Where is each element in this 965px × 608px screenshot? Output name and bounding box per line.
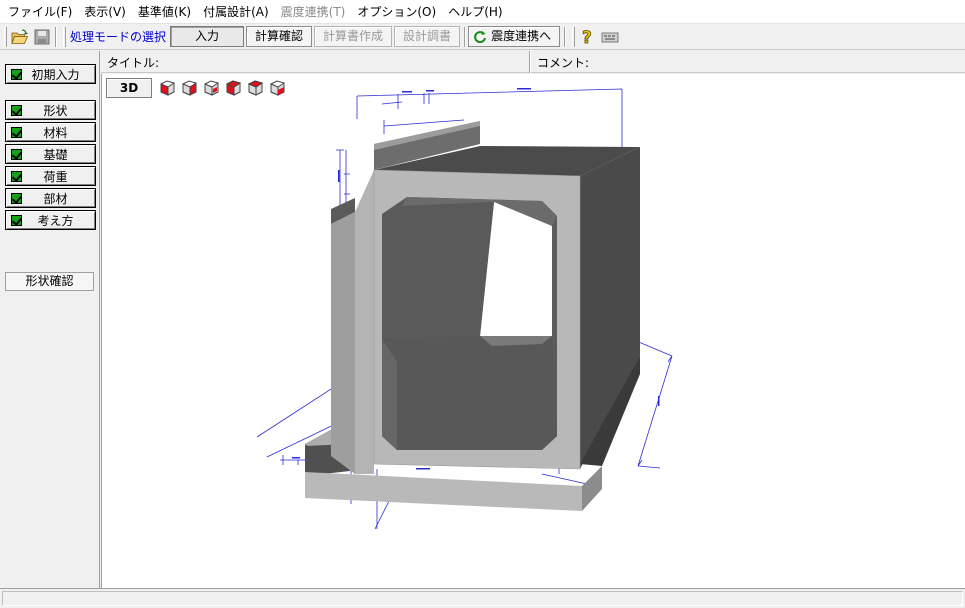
title-label: タイトル: [107,56,160,70]
toolbar-separator [564,26,567,47]
status-bar [0,588,965,608]
status-panel [2,591,963,606]
base-slab-front [305,472,582,511]
nav-shape-button[interactable]: 形状 [5,100,96,120]
left-lower-wall-front [331,212,355,474]
toolbar-grip [63,26,66,47]
menu-file[interactable]: ファイル(F) [2,1,78,23]
view-bottom-cube-icon[interactable] [269,79,286,96]
help-question-icon[interactable]: ? [577,26,599,48]
save-icon[interactable] [31,26,53,48]
3d-viewport[interactable]: 3D [101,74,965,588]
nav-member-label: 部材 [43,191,68,206]
culvert-3d-model[interactable] [102,74,964,588]
toolbar: 処理モードの選択 入力 計算確認 計算書作成 設計調書 震度連携へ ? [0,24,965,50]
menu-bar: ファイル(F) 表示(V) 基準値(K) 付属設計(A) 震度連携(T) オプシ… [0,0,965,24]
check-icon [11,192,22,204]
toolbar-grip [572,26,576,47]
nav-shape-label: 形状 [43,103,68,118]
nav-approach-button[interactable]: 考え方 [5,210,96,230]
keyboard-icon[interactable] [599,26,621,48]
check-icon [11,148,22,160]
nav-load-label: 荷重 [43,169,68,184]
open-folder-icon[interactable] [9,26,31,48]
info-divider [529,51,531,73]
nav-initial-input-label: 初期入力 [31,67,80,82]
nav-material-button[interactable]: 材料 [5,122,96,142]
nav-approach-label: 考え方 [37,213,74,228]
mode-select-label: 処理モードの選択 [70,30,167,44]
seismic-link-button[interactable]: 震度連携へ [468,26,561,47]
seismic-link-label: 震度連携へ [491,29,552,43]
info-bar: タイトル: コメント: [101,51,965,73]
svg-text:?: ? [582,28,592,46]
nav-initial-input-button[interactable]: 初期入力 [5,64,96,84]
left-nav-panel: 初期入力 形状 材料 基礎 荷重 部材 考え方 形状確認 [0,51,100,588]
nav-foundation-button[interactable]: 基礎 [5,144,96,164]
menu-help[interactable]: ヘルプ(H) [442,1,508,23]
view-left-cube-icon[interactable] [225,79,242,96]
check-icon [11,68,22,80]
toolbar-grip [4,26,7,47]
nav-member-button[interactable]: 部材 [5,188,96,208]
menu-attached-design[interactable]: 付属設計(A) [197,1,275,23]
shape-check-button[interactable]: 形状確認 [5,272,94,291]
nav-foundation-label: 基礎 [43,147,68,162]
check-icon [11,214,22,226]
view-top-cube-icon[interactable] [203,79,220,96]
menu-options[interactable]: オプション(O) [351,1,442,23]
nav-load-button[interactable]: 荷重 [5,166,96,186]
menu-view[interactable]: 表示(V) [78,1,132,23]
calc-check-button[interactable]: 計算確認 [246,26,313,47]
refresh-icon [474,30,487,43]
left-wall-front-upper [355,170,374,474]
inner-left-wall [382,202,494,339]
check-icon [11,170,22,182]
inner-floor [382,336,557,450]
nav-material-label: 材料 [43,125,68,140]
toolbar-separator [55,26,57,47]
comment-label: コメント: [537,56,590,70]
design-doc-button[interactable]: 設計調書 [394,26,461,47]
view-3d-button[interactable]: 3D [106,78,152,98]
view-front-cube-icon[interactable] [159,79,176,96]
input-mode-button[interactable]: 入力 [170,26,245,47]
report-create-button[interactable]: 計算書作成 [314,26,393,47]
base-slab-end [582,466,602,511]
toolbar-separator [464,26,467,47]
check-icon [11,104,22,116]
menu-seismic-link[interactable]: 震度連携(T) [275,1,352,23]
check-icon [11,126,22,138]
view-right-cube-icon[interactable] [181,79,198,96]
menu-standard-values[interactable]: 基準値(K) [132,1,197,23]
view-back-cube-icon[interactable] [247,79,264,96]
